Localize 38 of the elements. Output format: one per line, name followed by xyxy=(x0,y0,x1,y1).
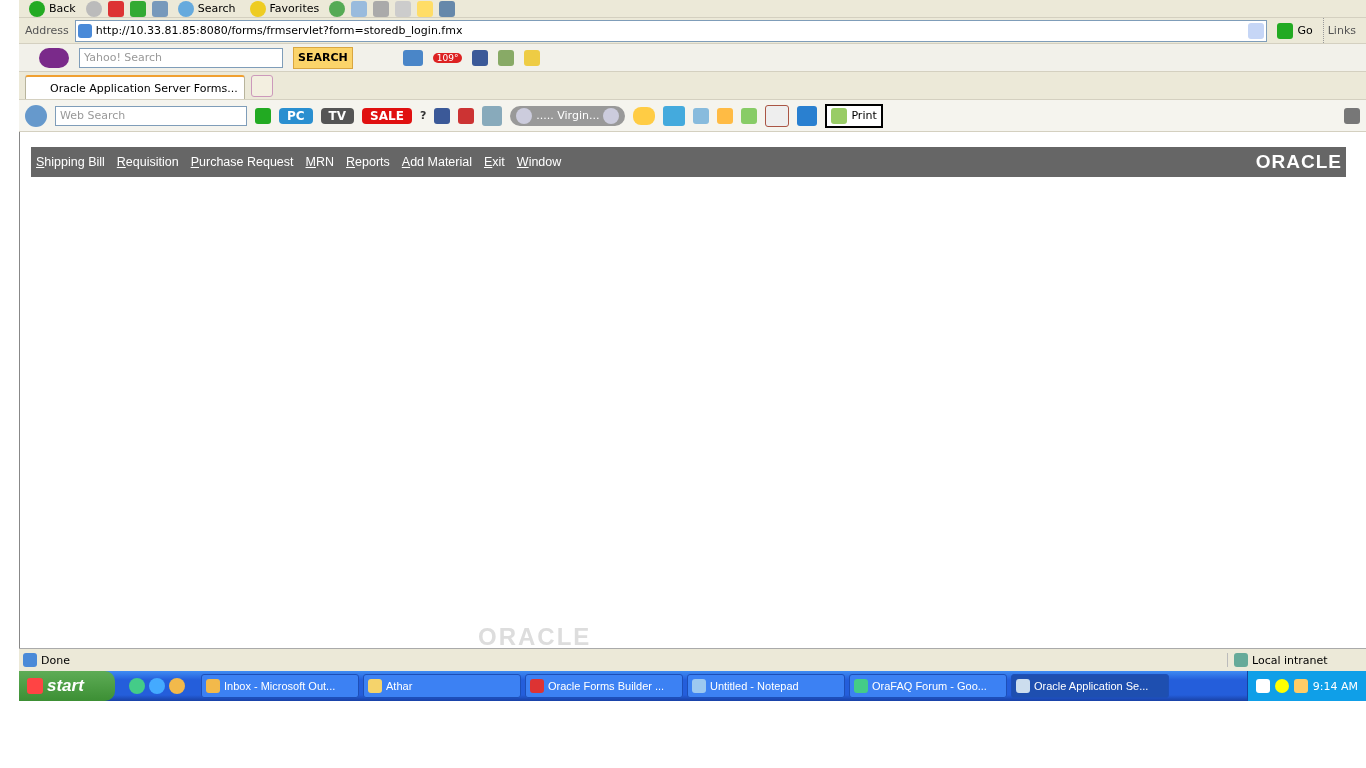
address-field[interactable]: http://10.33.81.85:8080/forms/frmservlet?form=storedb_login.fmx xyxy=(74,19,1268,42)
menu-item[interactable]: Window xyxy=(515,155,563,169)
links-button[interactable]: Links xyxy=(1322,18,1360,43)
favorites-button[interactable]: Favorites xyxy=(245,0,324,17)
menu-item[interactable]: Shipping Bill xyxy=(35,155,106,169)
url-text: http://10.33.81.85:8080/forms/frmservlet?form=storedb_login.fmx xyxy=(95,24,463,37)
oracle-logo: ORACLE xyxy=(1255,151,1342,173)
sale-button[interactable]: SALE xyxy=(362,107,412,124)
go-button[interactable]: Go xyxy=(1273,18,1317,43)
menu-item[interactable]: Requisition xyxy=(115,155,180,169)
taskbar-button[interactable]: Oracle Application Se... xyxy=(1011,674,1169,698)
taskbar-button[interactable]: OraFAQ Forum - Goo... xyxy=(849,674,1007,698)
clock-text: 9:14 AM xyxy=(1312,679,1358,693)
print-button[interactable]: Print xyxy=(825,103,883,128)
search-button[interactable]: Search xyxy=(173,0,240,17)
taskbar-button[interactable]: Oracle Forms Builder ... xyxy=(525,674,683,698)
start-button[interactable]: start xyxy=(19,671,115,701)
tv-button[interactable]: TV xyxy=(320,107,355,124)
back-button[interactable]: Back xyxy=(25,0,80,17)
weather-badge: 109° xyxy=(432,52,463,63)
pc-button[interactable]: PC xyxy=(279,107,313,124)
browser-tab[interactable]: Oracle Application Server Forms... xyxy=(25,75,245,99)
taskbar-button[interactable]: Untitled - Notepad xyxy=(687,674,845,698)
taskbar-button[interactable]: Athar xyxy=(363,674,521,698)
menu-item[interactable]: Exit xyxy=(483,155,506,169)
zone-text: Local intranet xyxy=(1252,653,1328,667)
radio-station-text: ..... Virgin... xyxy=(536,109,600,122)
yahoo-search-button[interactable]: SEARCH xyxy=(293,46,353,69)
yahoo-search-field[interactable]: Yahoo! Search xyxy=(79,47,283,68)
address-label: Address xyxy=(25,24,69,37)
menu-item[interactable]: Purchase Request xyxy=(189,155,295,169)
help-mark: ? xyxy=(419,109,427,122)
taskbar-button[interactable]: Inbox - Microsoft Out... xyxy=(201,674,359,698)
menu-item[interactable]: Reports xyxy=(345,155,391,169)
menu-item[interactable]: MRN xyxy=(304,155,335,169)
web-search-field[interactable]: Web Search xyxy=(55,105,247,126)
status-text: Done xyxy=(41,653,70,667)
menu-item[interactable]: Add Material xyxy=(400,155,473,169)
